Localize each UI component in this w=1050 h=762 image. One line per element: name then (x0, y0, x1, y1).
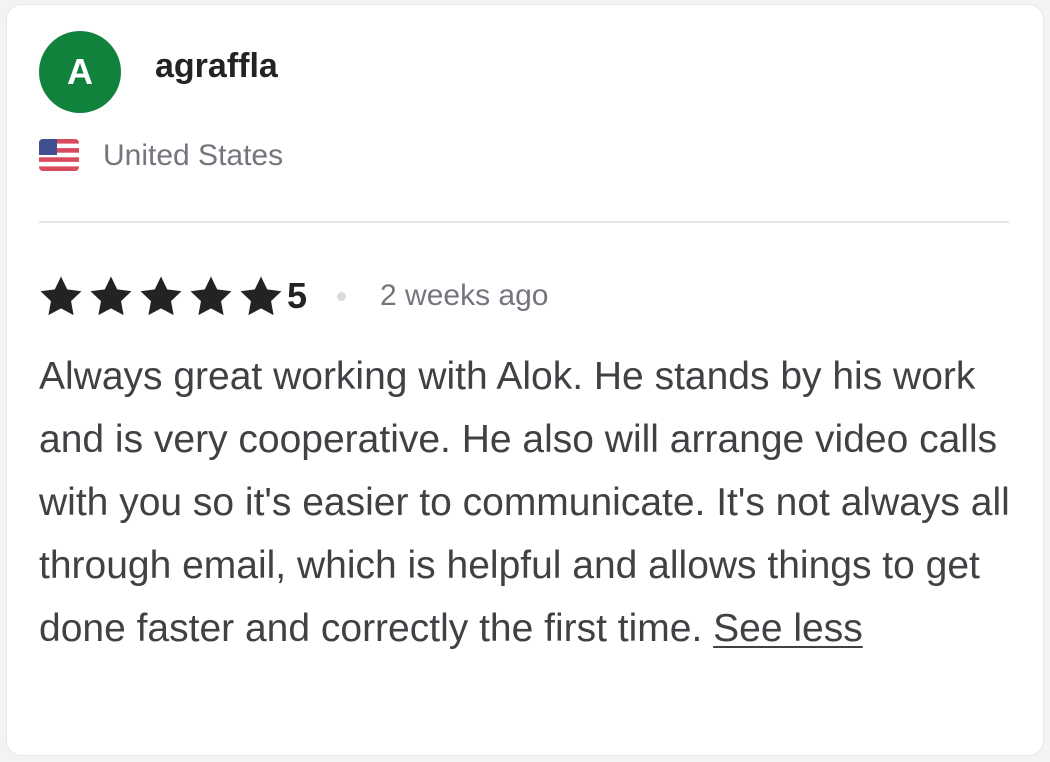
avatar[interactable]: A (39, 31, 121, 113)
star-icon (140, 276, 182, 316)
review-text-block: Always great working with Alok. He stand… (39, 345, 1029, 660)
star-icon (90, 276, 132, 316)
separator-dot (337, 291, 347, 301)
star-icon (40, 276, 82, 316)
avatar-initial: A (67, 51, 93, 92)
rating-row: 5 2 weeks ago (39, 271, 548, 321)
star-rating (39, 275, 283, 317)
review-card: A agraffla United States 5 2 weeks ago A… (6, 4, 1044, 756)
star-icon (240, 276, 282, 316)
rating-value: 5 (287, 275, 308, 316)
star-icon (190, 276, 232, 316)
see-less-link[interactable]: See less (713, 607, 863, 650)
reviewer-username[interactable]: agraffla (155, 49, 278, 83)
review-time: 2 weeks ago (380, 279, 549, 312)
us-flag-icon (39, 139, 79, 171)
reviewer-country: United States (103, 139, 284, 172)
review-text: Always great working with Alok. He stand… (39, 355, 1010, 650)
divider (39, 221, 1009, 223)
